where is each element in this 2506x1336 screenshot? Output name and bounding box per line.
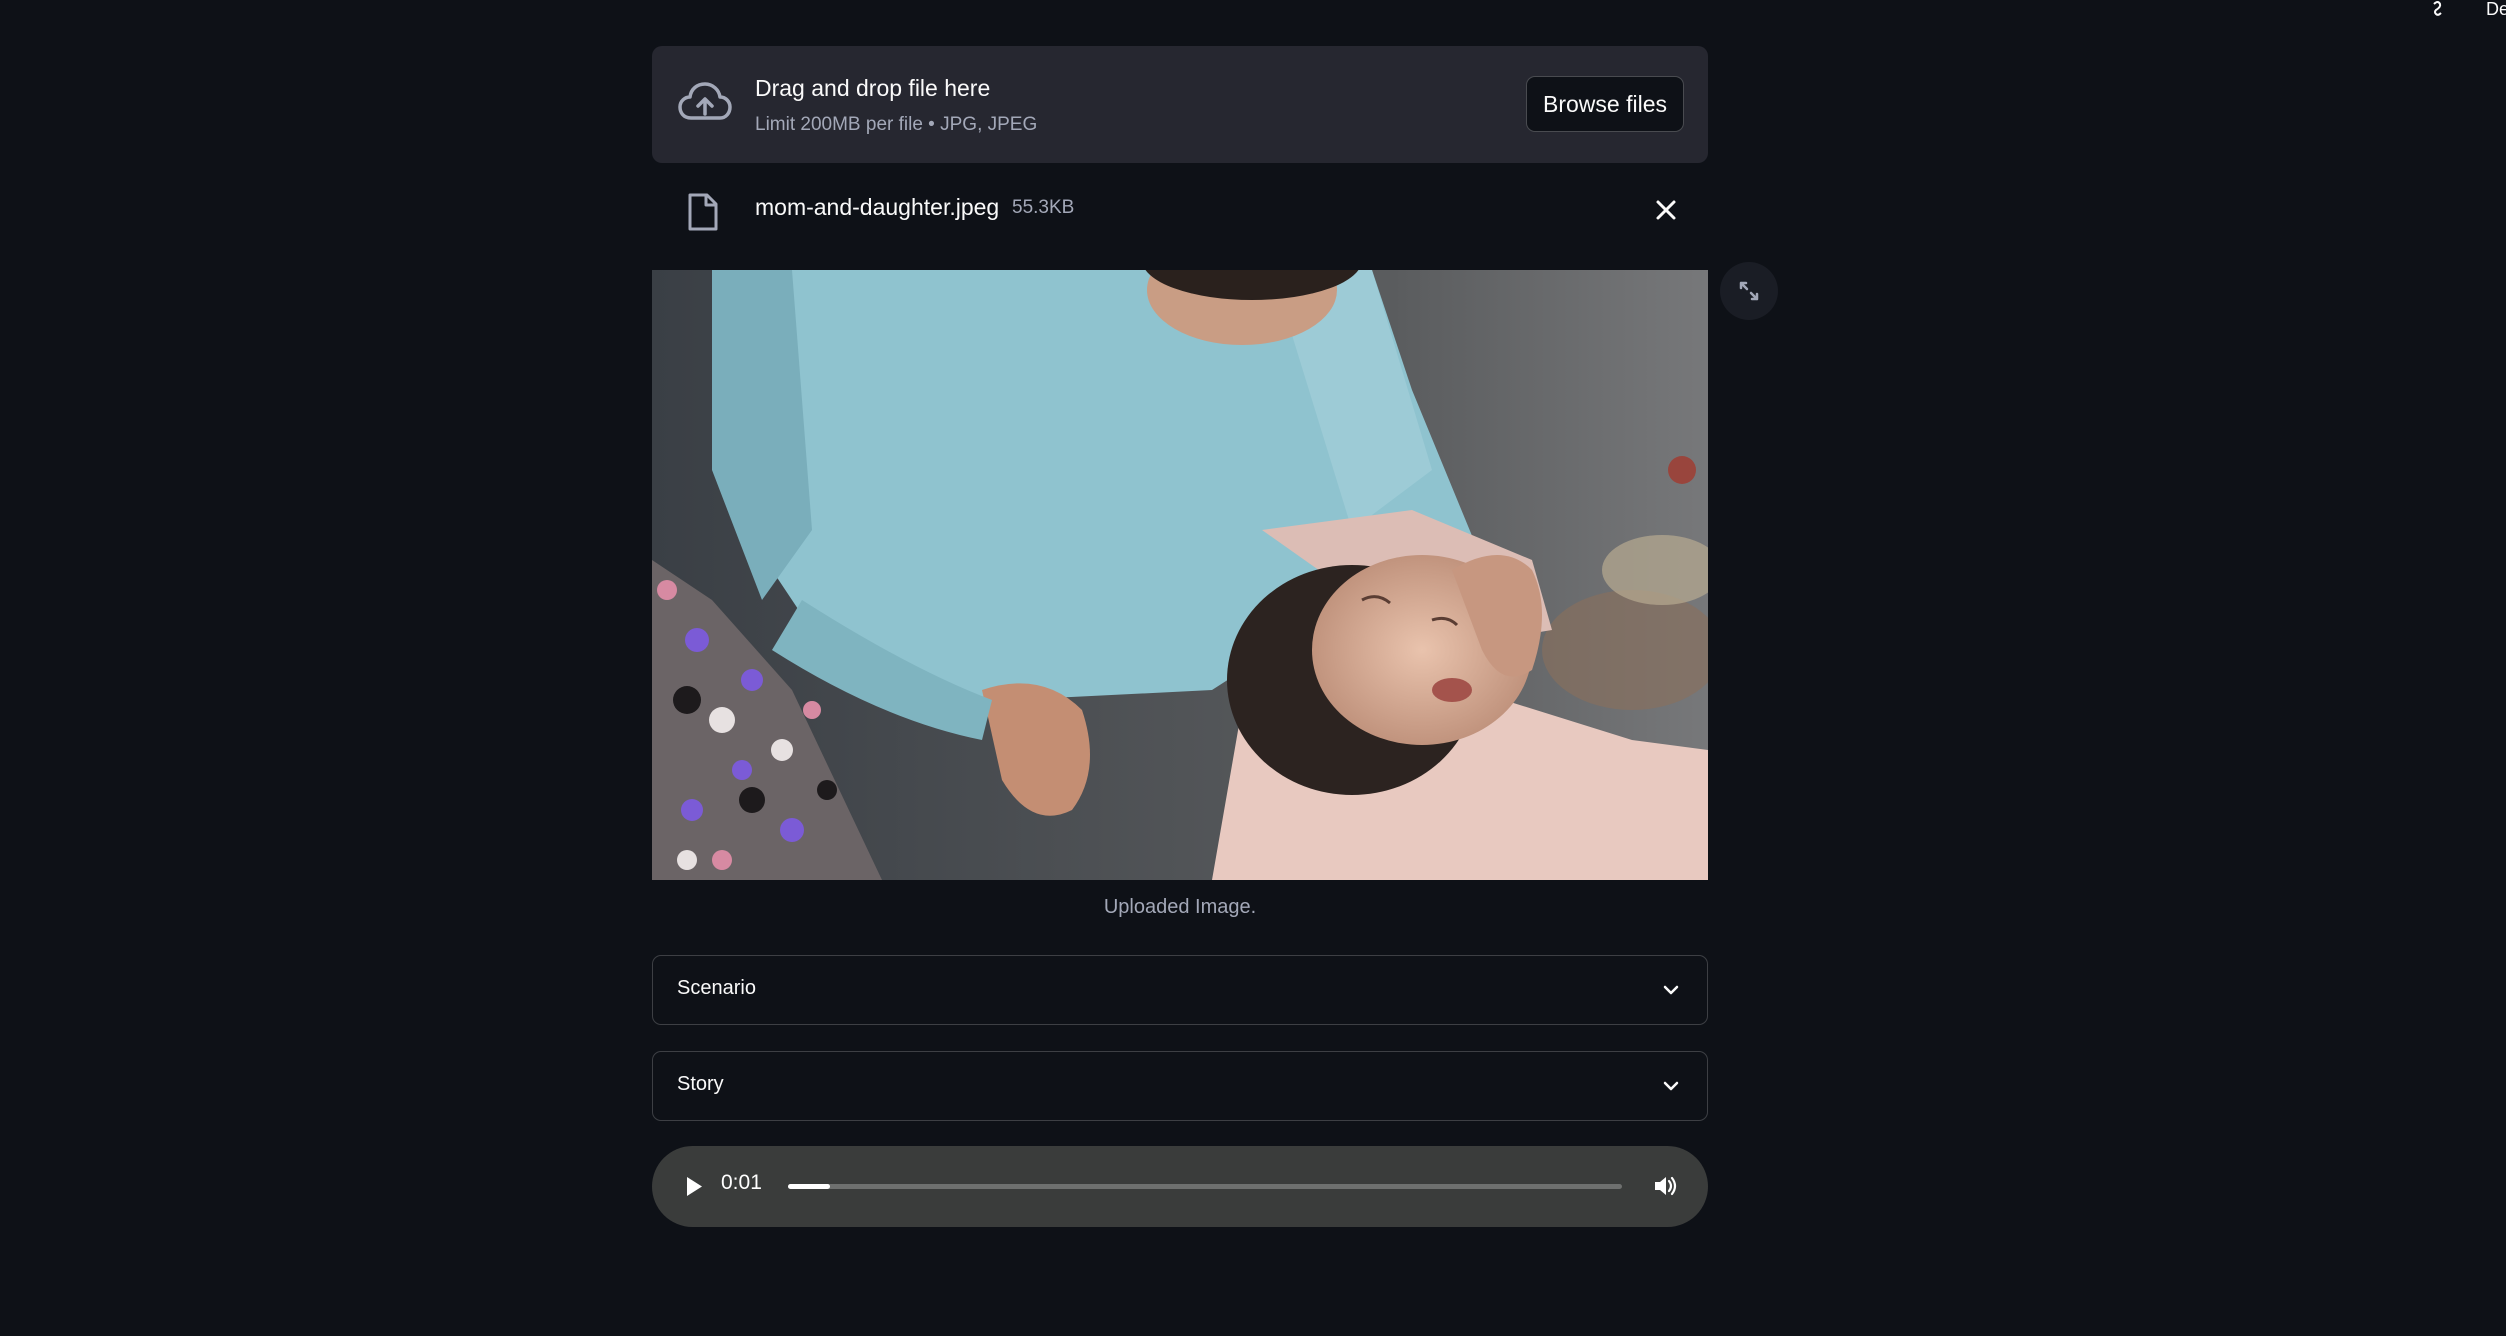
audio-progress-fill (788, 1184, 830, 1189)
close-icon[interactable] (1652, 196, 1680, 224)
file-dropzone[interactable]: Drag and drop file here Limit 200MB per … (652, 46, 1708, 163)
chevron-down-icon (1661, 1076, 1681, 1096)
file-size: 55.3KB (1012, 197, 1075, 218)
uploaded-image (652, 270, 1708, 880)
scenario-expander[interactable]: Scenario (652, 955, 1708, 1025)
file-name: mom-and-daughter.jpeg (755, 194, 1000, 220)
file-icon (686, 192, 720, 232)
cloud-upload-icon (676, 76, 734, 134)
audio-player: 0:01 (652, 1146, 1708, 1227)
story-expander-label: Story (677, 1073, 724, 1095)
app-page: De Drag and drop file here Limit 200MB p… (0, 0, 2506, 1336)
audio-current-time: 0:01 (721, 1171, 762, 1194)
uploaded-file-row: mom-and-daughter.jpeg 55.3KB (652, 176, 1708, 246)
volume-icon[interactable] (1651, 1172, 1679, 1200)
expand-icon[interactable] (1720, 262, 1778, 320)
audio-seek-bar[interactable] (788, 1184, 1622, 1189)
dropzone-title: Drag and drop file here (755, 75, 991, 101)
loading-squiggle-icon (2426, 0, 2450, 20)
image-caption: Uploaded Image. (1103, 896, 1257, 918)
play-icon[interactable] (682, 1173, 706, 1200)
dropzone-limit-text: Limit 200MB per file • JPG, JPEG (755, 114, 1038, 135)
scenario-expander-label: Scenario (677, 977, 756, 999)
chevron-down-icon (1661, 980, 1681, 1000)
story-expander[interactable]: Story (652, 1051, 1708, 1121)
browse-files-button[interactable]: Browse files (1526, 76, 1684, 132)
header-deploy-text[interactable]: De (2486, 0, 2506, 18)
